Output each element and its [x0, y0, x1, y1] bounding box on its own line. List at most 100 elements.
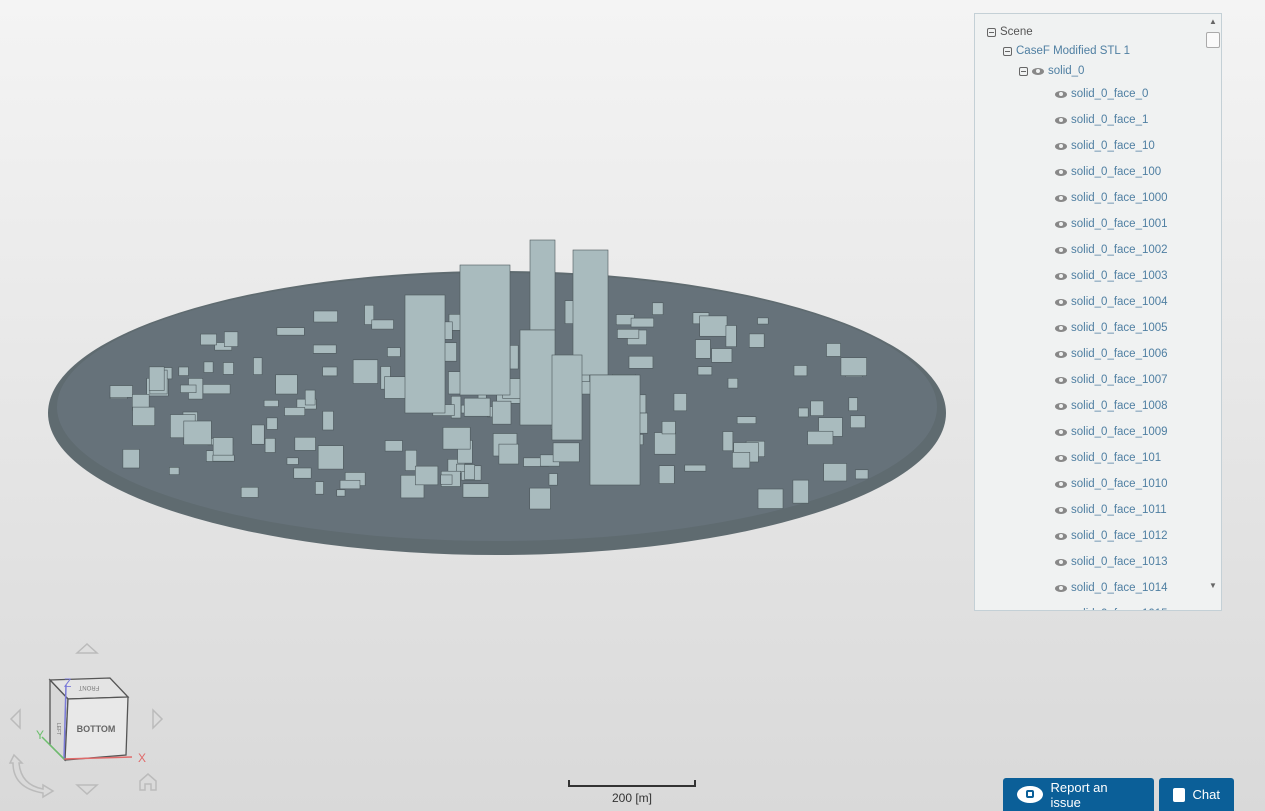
tree-node-face[interactable]: solid_0_face_1004	[1055, 296, 1168, 308]
tree-node-face[interactable]: solid_0_face_100	[1055, 166, 1161, 178]
building	[673, 393, 687, 412]
chat-bubble-icon	[1173, 787, 1185, 802]
building	[313, 310, 338, 323]
eye-icon[interactable]	[1055, 506, 1067, 514]
tree-scrollbar[interactable]: ▲ ▼	[1205, 14, 1221, 610]
eye-icon[interactable]	[1055, 298, 1067, 306]
building	[203, 361, 214, 373]
building	[294, 436, 316, 451]
building	[699, 315, 728, 337]
building	[240, 486, 259, 498]
cube-face-front[interactable]: FRONT	[78, 684, 99, 690]
eye-icon[interactable]	[1055, 558, 1067, 566]
scroll-down-icon[interactable]: ▼	[1209, 581, 1217, 590]
scene-tree-panel[interactable]: Scene CaseF Modified STL 1 solid_0 solid…	[974, 13, 1222, 611]
tree-node-face[interactable]: solid_0_face_1009	[1055, 426, 1168, 438]
tree-node-face[interactable]: solid_0_face_1014	[1055, 582, 1168, 594]
building	[463, 397, 491, 417]
building	[823, 463, 847, 482]
chat-button[interactable]: Chat	[1159, 778, 1234, 811]
tree-node-face[interactable]: solid_0_face_1012	[1055, 530, 1168, 542]
eye-icon[interactable]	[1055, 246, 1067, 254]
collapse-icon[interactable]	[1003, 46, 1012, 56]
eye-icon[interactable]	[1055, 428, 1067, 436]
eye-icon[interactable]	[1055, 116, 1067, 124]
tree-node-face[interactable]: solid_0_face_0	[1055, 88, 1148, 100]
building	[722, 431, 734, 452]
tree-node-face[interactable]: solid_0_face_1010	[1055, 478, 1168, 490]
building	[850, 415, 866, 429]
report-issue-button[interactable]: Report an issue	[1003, 778, 1154, 811]
tree-node-face[interactable]: solid_0_face_1006	[1055, 348, 1168, 360]
cube-face-bottom[interactable]: BOTTOM	[77, 724, 116, 734]
tree-label: solid_0_face_1004	[1071, 296, 1168, 308]
scroll-up-icon[interactable]: ▲	[1209, 17, 1217, 26]
building	[122, 449, 140, 469]
tree-node-face[interactable]: solid_0_face_1005	[1055, 322, 1168, 334]
building	[322, 410, 334, 431]
building	[276, 327, 305, 336]
eye-icon[interactable]	[1055, 350, 1067, 358]
building	[284, 407, 306, 416]
building	[293, 467, 312, 479]
scroll-thumb[interactable]	[1206, 32, 1220, 48]
building	[384, 440, 403, 452]
building	[180, 384, 197, 393]
eye-icon[interactable]	[1055, 532, 1067, 540]
tree-node-face[interactable]: solid_0_face_1011	[1055, 504, 1167, 516]
eye-icon[interactable]	[1055, 194, 1067, 202]
eye-icon[interactable]	[1055, 168, 1067, 176]
tree-node-face[interactable]: solid_0_face_1013	[1055, 556, 1168, 568]
building	[462, 483, 490, 498]
tree-node-face[interactable]: solid_0_face_1002	[1055, 244, 1168, 256]
building	[132, 406, 156, 426]
tree-node-face[interactable]: solid_0_face_1	[1055, 114, 1148, 126]
collapse-icon[interactable]	[987, 27, 996, 37]
navigation-cube[interactable]: BOTTOM FRONT LEFT X Z Y	[0, 635, 180, 811]
eye-icon[interactable]	[1055, 402, 1067, 410]
tree-label: CaseF Modified STL 1	[1016, 45, 1130, 57]
tree-node-face[interactable]: solid_0_face_1003	[1055, 270, 1168, 282]
tree-node-face[interactable]: solid_0_face_1000	[1055, 192, 1168, 204]
eye-icon[interactable]	[1055, 90, 1067, 98]
tree-label: solid_0_face_1008	[1071, 400, 1168, 412]
eye-icon[interactable]	[1055, 454, 1067, 462]
building	[264, 438, 276, 453]
tree-node-face[interactable]: solid_0_face_1001	[1055, 218, 1168, 230]
rotate-around-icon	[8, 753, 55, 799]
scale-bar-label: 200 [m]	[611, 791, 653, 805]
eye-icon[interactable]	[1055, 220, 1067, 228]
axis-z-label: Z	[64, 676, 71, 690]
eye-icon[interactable]	[1055, 272, 1067, 280]
eye-icon[interactable]	[1055, 584, 1067, 592]
tree-node-face[interactable]: solid_0_face_1015	[1055, 608, 1168, 612]
tree-node-face[interactable]: solid_0_face_101	[1055, 452, 1161, 464]
eye-icon[interactable]	[1055, 611, 1067, 612]
cube-face-left[interactable]: LEFT	[55, 723, 61, 735]
eye-icon[interactable]	[1055, 480, 1067, 488]
tree-label: solid_0_face_1	[1071, 114, 1149, 126]
building	[315, 481, 324, 495]
tree-node-solid[interactable]: solid_0	[1019, 65, 1084, 77]
building	[727, 377, 739, 389]
building	[736, 416, 757, 424]
eye-icon[interactable]	[1055, 142, 1067, 150]
eye-icon[interactable]	[1032, 67, 1044, 75]
tree-label: solid_0_face_1013	[1071, 556, 1168, 568]
tree-node-face[interactable]: solid_0_face_1008	[1055, 400, 1168, 412]
eye-icon[interactable]	[1055, 376, 1067, 384]
building	[654, 432, 676, 455]
building	[440, 474, 453, 485]
tree-node-face[interactable]: solid_0_face_10	[1055, 140, 1155, 152]
building	[661, 421, 676, 435]
building	[459, 264, 511, 396]
tree-node-face[interactable]: solid_0_face_1007	[1055, 374, 1168, 386]
building	[178, 366, 189, 376]
building	[695, 339, 711, 359]
building	[263, 399, 279, 407]
eye-icon[interactable]	[1055, 324, 1067, 332]
camera-bubble-icon	[1017, 786, 1043, 803]
tree-node-scene[interactable]: Scene	[987, 26, 1033, 38]
tree-node-model[interactable]: CaseF Modified STL 1	[1003, 45, 1130, 57]
collapse-icon[interactable]	[1019, 66, 1028, 76]
